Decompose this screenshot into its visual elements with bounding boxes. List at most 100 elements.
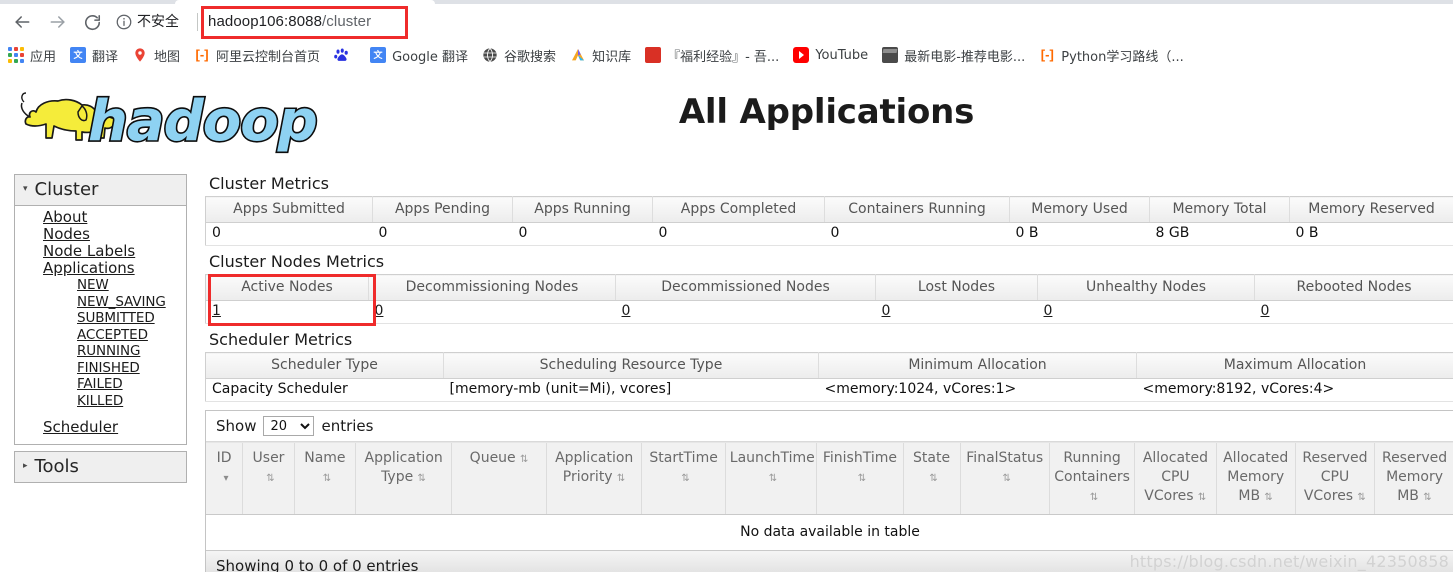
col-finishtime[interactable]: FinishTime ⇅	[816, 442, 904, 515]
cell-decommissioning-nodes: 0	[368, 300, 616, 324]
url-text[interactable]: hadoop106:8088/cluster	[208, 11, 371, 33]
col-label: ID	[216, 450, 232, 466]
sidebar-header-label: Tools	[34, 456, 79, 477]
col-application-priority[interactable]: Application Priority ⇅	[545, 442, 642, 515]
sort-both-icon: ⇅	[616, 473, 626, 484]
sort-both-icon: ⇅	[519, 454, 529, 465]
bookmark-translate[interactable]: 文 翻译	[64, 43, 124, 67]
col-launchtime[interactable]: LaunchTime ⇅	[724, 442, 817, 515]
sidebar-item-killed[interactable]: KILLED	[15, 393, 186, 410]
bookmark-python[interactable]: [-] Python学习路线（...	[1033, 43, 1189, 67]
bookmark-google-search[interactable]: 谷歌搜索	[476, 43, 562, 67]
entries-label: entries	[321, 417, 374, 435]
url-host: hadoop106:8088	[208, 13, 323, 30]
lost-nodes-link[interactable]: 0	[882, 303, 891, 319]
browser-chrome: 不安全 hadoop106:8088/cluster 应用 文 翻译 地图 [-…	[0, 0, 1453, 70]
sidebar-item-about[interactable]: About	[15, 209, 186, 226]
col-user[interactable]: User ⇅	[242, 442, 295, 515]
sidebar-tools-block: ▸ Tools	[14, 451, 187, 483]
table-header-row: Apps Submitted Apps Pending Apps Running…	[205, 196, 1453, 223]
sidebar-item-nodes[interactable]: Nodes	[15, 226, 186, 243]
col-state[interactable]: State ⇅	[902, 442, 960, 515]
bookmark-aliyun[interactable]: [-] 阿里云控制台首页	[188, 43, 326, 67]
col-allocated-memory-mb[interactable]: Allocated Memory MB ⇅	[1215, 442, 1296, 515]
google-translate-icon: 文	[370, 47, 387, 63]
col-reserved-memory-mb[interactable]: Reserved Memory MB ⇅	[1374, 442, 1453, 515]
cluster-metrics-title: Cluster Metrics	[209, 174, 329, 193]
red-square-icon	[645, 47, 662, 63]
address-bar[interactable]: 不安全 hadoop106:8088/cluster	[112, 6, 1444, 39]
sidebar-header-tools[interactable]: ▸ Tools	[15, 452, 186, 482]
col-apps-submitted: Apps Submitted	[205, 196, 373, 223]
col-label: StartTime	[649, 450, 718, 466]
col-running-containers[interactable]: Running Containers ⇅	[1048, 442, 1135, 515]
forward-button[interactable]	[44, 8, 72, 36]
security-status-label: 不安全	[137, 14, 179, 30]
bookmark-baidu[interactable]	[328, 43, 362, 67]
sidebar-item-failed[interactable]: FAILED	[15, 376, 186, 393]
sidebar-item-node-labels[interactable]: Node Labels	[15, 243, 186, 260]
apps-grid-icon	[8, 47, 24, 63]
col-finalstatus[interactable]: FinalStatus ⇅	[959, 442, 1050, 515]
unhealthy-nodes-link[interactable]: 0	[1044, 303, 1053, 319]
sidebar-item-running[interactable]: RUNNING	[15, 343, 186, 360]
rebooted-nodes-link[interactable]: 0	[1261, 303, 1270, 319]
cell-memory-used: 0 B	[1009, 222, 1150, 246]
col-scheduling-resource-type: Scheduling Resource Type	[443, 352, 819, 379]
cell-rebooted-nodes: 0	[1254, 300, 1453, 324]
col-queue[interactable]: Queue ⇅	[451, 442, 547, 515]
sort-both-icon: ⇅	[1002, 473, 1011, 484]
col-allocated-cpu-vcores[interactable]: Allocated CPU VCores ⇅	[1134, 442, 1217, 515]
col-starttime[interactable]: StartTime ⇅	[641, 442, 726, 515]
sort-both-icon: ⇅	[1357, 492, 1366, 503]
sidebar-cluster-links: About Nodes Node Labels Applications NEW…	[15, 206, 186, 444]
decommissioning-nodes-link[interactable]: 0	[375, 303, 384, 319]
url-path: /cluster	[322, 13, 372, 30]
bookmark-movies[interactable]: 最新电影-推荐电影...	[876, 43, 1031, 67]
table-header-row: Scheduler Type Scheduling Resource Type …	[205, 352, 1453, 379]
bookmark-youtube[interactable]: YouTube	[787, 43, 874, 67]
col-label: User	[252, 450, 285, 466]
table-row: 1 0 0 0 0 0	[205, 300, 1453, 324]
empty-table-row: No data available in table	[206, 514, 1453, 550]
back-button[interactable]	[8, 8, 36, 36]
bookmarks-bar: 应用 文 翻译 地图 [-] 阿里云控制台首页 文 Google 翻译 谷歌搜索…	[0, 40, 1453, 70]
sidebar-item-new[interactable]: NEW	[15, 277, 186, 294]
info-circle-icon[interactable]	[115, 13, 133, 31]
sidebar-item-finished[interactable]: FINISHED	[15, 360, 186, 377]
col-name[interactable]: Name ⇅	[293, 442, 356, 515]
col-id[interactable]: ID ▾	[206, 442, 243, 515]
table-row: 0 0 0 0 0 0 B 8 GB 0 B	[205, 222, 1453, 246]
cell-apps-completed: 0	[652, 222, 825, 246]
entries-select[interactable]: 20 40 60 80 100	[263, 416, 315, 436]
active-nodes-link[interactable]: 1	[212, 303, 221, 319]
col-label: FinalStatus	[966, 450, 1044, 466]
sidebar-item-accepted[interactable]: ACCEPTED	[15, 327, 186, 344]
bookmark-apps[interactable]: 应用	[2, 43, 62, 67]
bookmark-label: 谷歌搜索	[504, 49, 557, 65]
bookmark-maps[interactable]: 地图	[126, 43, 186, 67]
bookmark-google-translate[interactable]: 文 Google 翻译	[364, 43, 474, 67]
col-apps-running: Apps Running	[512, 196, 653, 223]
sidebar-header-cluster[interactable]: ▾ Cluster	[15, 175, 186, 206]
col-reserved-cpu-vcores[interactable]: Reserved CPU VCores ⇅	[1294, 442, 1375, 515]
sidebar-item-applications[interactable]: Applications	[15, 260, 186, 277]
col-memory-total: Memory Total	[1149, 196, 1290, 223]
reload-button[interactable]	[78, 8, 106, 36]
cell-memory-reserved: 0 B	[1289, 222, 1453, 246]
decommissioned-nodes-link[interactable]: 0	[622, 303, 631, 319]
sidebar-item-submitted[interactable]: SUBMITTED	[15, 310, 186, 327]
bookmark-zhishiku[interactable]: 知识库	[564, 43, 637, 67]
col-application-type[interactable]: Application Type ⇅	[354, 442, 452, 515]
cluster-nodes-metrics-title: Cluster Nodes Metrics	[209, 252, 385, 271]
col-label: LaunchTime	[729, 450, 815, 466]
bookmark-fuli[interactable]: 『福利经验』- 吾...	[639, 43, 785, 67]
col-containers-running: Containers Running	[824, 196, 1010, 223]
cell-maximum-allocation: <memory:8192, vCores:4>	[1136, 378, 1453, 402]
chevron-down-icon: ▾	[23, 184, 28, 194]
col-apps-completed: Apps Completed	[652, 196, 825, 223]
sidebar-item-new-saving[interactable]: NEW_SAVING	[15, 294, 186, 311]
chevron-right-icon: ▸	[23, 461, 28, 471]
cell-memory-total: 8 GB	[1149, 222, 1290, 246]
sidebar-item-scheduler[interactable]: Scheduler	[15, 419, 186, 436]
